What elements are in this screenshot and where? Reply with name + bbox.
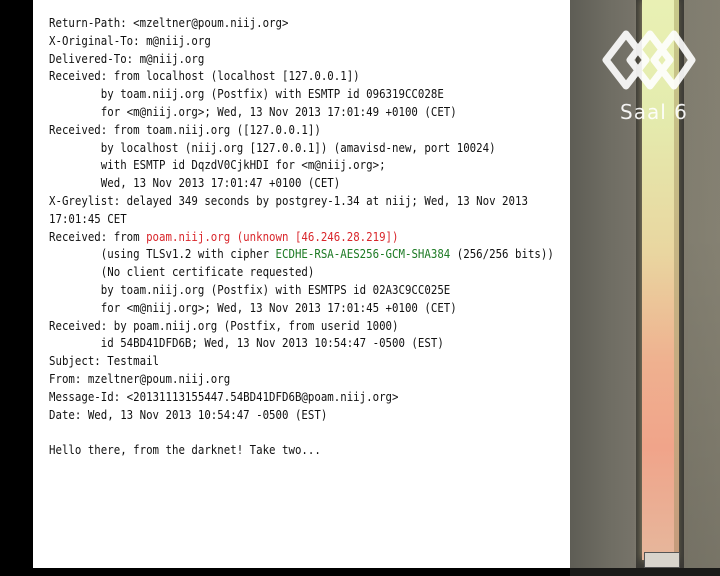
email-line: (using TLSv1.2 with cipher ECDHE-RSA-AES… — [49, 245, 554, 263]
email-line: Wed, 13 Nov 2013 17:01:47 +0100 (CET) — [49, 174, 554, 192]
email-line: for <m@niij.org>; Wed, 13 Nov 2013 17:01… — [49, 103, 554, 121]
email-line: Message-Id: <20131113155447.54BD41DFD6B@… — [49, 388, 554, 406]
email-text: Delivered-To: m@niij.org — [49, 50, 205, 66]
email-line: by localhost (niij.org [127.0.0.1]) (ama… — [49, 139, 554, 157]
email-line: id 54BD41DFD6B; Wed, 13 Nov 2013 10:54:4… — [49, 334, 554, 352]
email-text: (No client certificate requested) — [49, 264, 315, 280]
email-line: X-Original-To: m@niij.org — [49, 32, 554, 50]
email-line: for <m@niij.org>; Wed, 13 Nov 2013 17:01… — [49, 299, 554, 317]
email-line: Received: from toam.niij.org ([127.0.0.1… — [49, 121, 554, 139]
email-text: Wed, 13 Nov 2013 17:01:47 +0100 (CET) — [49, 175, 341, 191]
email-text: Return-Path: <mzeltner@poum.niij.org> — [49, 15, 289, 30]
highlighted-cipher: ECDHE-RSA-AES256-GCM-SHA384 — [275, 246, 451, 262]
email-line: Received: from localhost (localhost [127… — [49, 67, 554, 85]
email-text: Hello there, from the darknet! Take two.… — [49, 442, 321, 458]
email-text: (using TLSv1.2 with cipher — [49, 246, 276, 262]
email-text: X-Original-To: m@niij.org — [49, 32, 211, 48]
email-line: Received: from poam.niij.org (unknown [4… — [49, 228, 554, 246]
email-line: by toam.niij.org (Postfix) with ESMTP id… — [49, 85, 554, 103]
email-text: by toam.niij.org (Postfix) with ESMTP id… — [49, 86, 444, 102]
email-line: with ESMTP id DqzdV0CjkHDI for <m@niij.o… — [49, 156, 554, 174]
email-text: for <m@niij.org>; Wed, 13 Nov 2013 17:01… — [49, 299, 457, 315]
email-text: (256/256 bits)) — [450, 246, 554, 262]
conference-logo-icon — [602, 30, 696, 90]
email-text: From: mzeltner@poum.niij.org — [49, 370, 231, 386]
email-line: (No client certificate requested) — [49, 263, 554, 281]
wall-plate — [644, 552, 680, 568]
email-text: by localhost (niij.org [127.0.0.1]) (ama… — [49, 139, 496, 155]
email-text: by toam.niij.org (Postfix) with ESMTPS i… — [49, 281, 451, 297]
email-text: X-Greylist: delayed 349 seconds by postg… — [49, 192, 528, 208]
email-text: Received: from toam.niij.org ([127.0.0.1… — [49, 121, 321, 137]
floor — [570, 568, 720, 576]
email-line: Delivered-To: m@niij.org — [49, 50, 554, 68]
email-text: Received: by poam.niij.org (Postfix, fro… — [49, 317, 399, 333]
email-text: Received: from localhost (localhost [127… — [49, 68, 360, 84]
email-line: by toam.niij.org (Postfix) with ESMTPS i… — [49, 281, 554, 299]
email-text: Received: from — [49, 228, 147, 244]
email-line: Received: by poam.niij.org (Postfix, fro… — [49, 317, 554, 335]
email-line: Return-Path: <mzeltner@poum.niij.org> — [49, 14, 554, 32]
email-text: Message-Id: <20131113155447.54BD41DFD6B@… — [49, 388, 399, 404]
email-text: for <m@niij.org>; Wed, 13 Nov 2013 17:01… — [49, 103, 457, 119]
email-text: Subject: Testmail — [49, 353, 160, 369]
email-line: Subject: Testmail — [49, 352, 554, 370]
email-headers: Return-Path: <mzeltner@poum.niij.org> X-O… — [49, 14, 554, 459]
email-line: Date: Wed, 13 Nov 2013 10:54:47 -0500 (E… — [49, 406, 554, 424]
email-line — [49, 423, 554, 441]
video-frame: Return-Path: <mzeltner@poum.niij.org> X-O… — [0, 0, 720, 576]
email-line: X-Greylist: delayed 349 seconds by postg… — [49, 192, 554, 210]
email-line: From: mzeltner@poum.niij.org — [49, 370, 554, 388]
email-text: 17:01:45 CET — [49, 210, 127, 226]
slide-screen: Return-Path: <mzeltner@poum.niij.org> X-O… — [33, 0, 570, 568]
highlighted-host: poam.niij.org (unknown [46.246.28.219]) — [146, 228, 399, 244]
email-line: Hello there, from the darknet! Take two.… — [49, 441, 554, 459]
email-text: with ESMTP id DqzdV0CjkHDI for <m@niij.o… — [49, 157, 386, 173]
email-text: id 54BD41DFD6B; Wed, 13 Nov 2013 10:54:4… — [49, 335, 444, 351]
email-line: 17:01:45 CET — [49, 210, 554, 228]
room-sign: Saal 6 — [620, 100, 688, 124]
email-text: Date: Wed, 13 Nov 2013 10:54:47 -0500 (E… — [49, 406, 328, 422]
